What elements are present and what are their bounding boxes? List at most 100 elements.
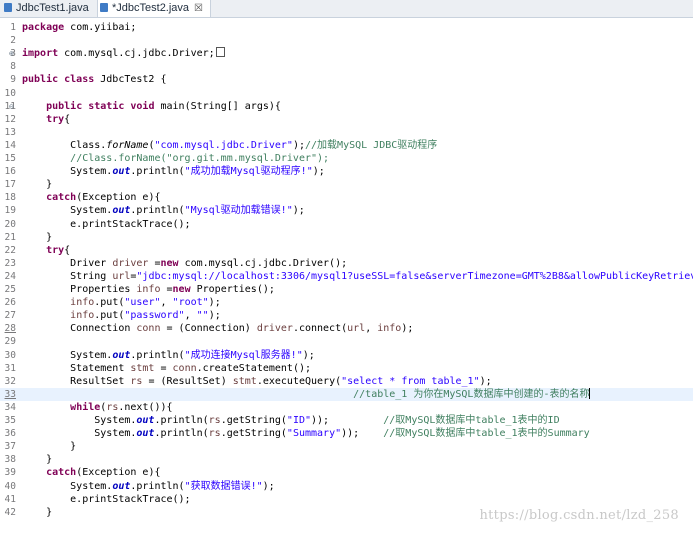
code-line[interactable]: 23 Driver driver =new com.mysql.cj.jdbc.… (0, 257, 693, 270)
code-line[interactable]: 27 info.put("password", ""); (0, 309, 693, 322)
code-line[interactable]: 28 Connection conn = (Connection) driver… (0, 322, 693, 335)
line-number: 17 (4, 179, 16, 191)
code-line[interactable]: 10 (0, 87, 693, 100)
tab-label: *JdbcTest2.java (112, 2, 190, 14)
tab-jdbctest1[interactable]: JdbcTest1.java (2, 0, 94, 16)
line-number: 21 (4, 231, 16, 243)
code-line[interactable]: 26 info.put("user", "root"); (0, 296, 693, 309)
fold-toggle-icon[interactable]: ⊕ (9, 47, 14, 60)
code-line[interactable]: 19 System.out.println("Mysql驱动加载错误!"); (0, 204, 693, 217)
code-text: ResultSet rs = (ResultSet) stmt.executeQ… (22, 375, 492, 387)
line-number: 14 (4, 139, 16, 151)
code-line[interactable]: 41 e.printStackTrace(); (0, 493, 693, 506)
code-line[interactable]: 18 catch(Exception e){ (0, 191, 693, 204)
java-file-icon (4, 3, 12, 12)
line-number: 2 (10, 35, 16, 47)
line-number: 23 (4, 257, 16, 269)
line-number: 40 (4, 480, 16, 492)
code-text: } (22, 441, 77, 453)
code-text: Driver driver =new com.mysql.cj.jdbc.Dri… (22, 257, 348, 269)
line-number: 28 (4, 323, 16, 335)
code-line[interactable]: 24 String url="jdbc:mysql://localhost:33… (0, 270, 693, 283)
line-number: 39 (4, 467, 16, 479)
line-number: 37 (4, 441, 16, 453)
code-text: public class JdbcTest2 { (22, 74, 167, 86)
code-line[interactable]: 13 (0, 126, 693, 139)
tab-label: JdbcTest1.java (16, 2, 89, 14)
tab-jdbctest2[interactable]: *JdbcTest2.java ☒ (97, 0, 211, 17)
code-text: package com.yiibai; (22, 22, 137, 33)
code-line[interactable]: 25 Properties info =new Properties(); (0, 283, 693, 296)
line-number: 1 (10, 22, 16, 33)
line-number: 25 (4, 284, 16, 295)
code-line[interactable]: 8 (0, 60, 693, 73)
line-number: 27 (4, 310, 16, 322)
code-line[interactable]: 33 //table_1 为你在MySQL数据库中创建的-表的名称 (0, 387, 693, 401)
code-line[interactable]: 3 ⊕ import com.mysql.cj.jdbc.Driver; (0, 47, 693, 60)
code-line[interactable]: 15 //Class.forName("org.git.mm.mysql.Dri… (0, 152, 693, 165)
code-text: Statement stmt = conn.createStatement(); (22, 362, 312, 374)
close-icon[interactable]: ☒ (194, 3, 203, 14)
code-text: System.out.println(rs.getString("ID")); … (22, 415, 560, 426)
line-number: 15 (4, 153, 16, 164)
code-line[interactable]: 39 catch(Exception e){ (0, 466, 693, 479)
code-editor[interactable]: 1 package com.yiibai; 2 3 ⊕ import com.mysql.… (0, 18, 693, 533)
code-line[interactable]: 40 System.out.println("获取数据错误!"); (0, 480, 693, 493)
line-number: 18 (4, 192, 16, 204)
code-line[interactable]: 11 ⊖ public static void main(String[] arg… (0, 100, 693, 113)
code-text: System.out.println("成功连接Mysql服务器!"); (22, 349, 315, 361)
code-text: } (22, 179, 53, 191)
code-line[interactable]: 35 System.out.println(rs.getString("ID")… (0, 414, 693, 427)
code-text: } (22, 454, 53, 466)
code-line[interactable]: 36 System.out.println(rs.getString("Summ… (0, 427, 693, 440)
fold-toggle-icon[interactable]: ⊖ (9, 100, 14, 113)
code-line[interactable]: 9 public class JdbcTest2 { (0, 73, 693, 86)
code-line[interactable]: 14 Class.forName("com.mysql.jdbc.Driver"… (0, 139, 693, 152)
line-number: 24 (4, 270, 16, 282)
code-line[interactable]: 12 try{ (0, 113, 693, 126)
code-line[interactable]: 34 while(rs.next()){ (0, 401, 693, 414)
code-line[interactable]: 1 package com.yiibai; (0, 21, 693, 34)
code-text: //Class.forName("org.git.mm.mysql.Driver… (70, 153, 330, 164)
code-text: Connection conn = (Connection) driver.co… (22, 323, 414, 335)
code-text: Properties info =new Properties(); (22, 284, 275, 295)
code-text: try{ (46, 244, 71, 256)
code-text: e.printStackTrace(); (22, 493, 191, 505)
line-number: 31 (4, 362, 16, 374)
code-text: System.out.println("Mysql驱动加载错误!"); (22, 205, 305, 217)
code-line[interactable]: 20 e.printStackTrace(); (0, 218, 693, 231)
code-line[interactable]: 30 System.out.println("成功连接Mysql服务器!"); (0, 349, 693, 362)
code-text: import com.mysql.cj.jdbc.Driver; (22, 47, 225, 60)
line-number: 9 (10, 74, 16, 86)
code-line[interactable]: 37 } (0, 440, 693, 453)
code-line[interactable]: 38 } (0, 453, 693, 466)
line-number: 16 (4, 166, 16, 178)
line-number: 30 (4, 349, 16, 361)
code-text: System.out.println(rs.getString("Summary… (22, 428, 590, 440)
line-number: 22 (4, 244, 16, 256)
line-number: 36 (4, 428, 16, 440)
code-text: try{ (46, 113, 71, 125)
line-number: 8 (10, 61, 16, 73)
editor-tab-bar: JdbcTest1.java *JdbcTest2.java ☒ (0, 0, 693, 18)
code-line[interactable]: 31 Statement stmt = conn.createStatement… (0, 362, 693, 375)
code-line[interactable]: 22 try{ (0, 244, 693, 257)
line-number: 34 (4, 401, 16, 413)
line-number: 19 (4, 205, 16, 217)
code-text: info.put("password", ""); (70, 310, 221, 322)
code-text: public static void main(String[] args){ (46, 100, 281, 112)
line-number: 29 (4, 336, 16, 348)
code-line[interactable]: 17 } (0, 178, 693, 191)
line-number: 38 (4, 454, 16, 466)
code-text: catch(Exception e){ (46, 192, 161, 204)
code-line[interactable]: 2 (0, 34, 693, 47)
line-number: 10 (4, 87, 16, 99)
code-line[interactable]: 32 ResultSet rs = (ResultSet) stmt.execu… (0, 375, 693, 388)
code-text: } (22, 231, 53, 243)
code-text: } (22, 506, 53, 518)
code-text: e.printStackTrace(); (22, 218, 191, 230)
code-line[interactable]: 16 System.out.println("成功加载Mysql驱动程序!"); (0, 165, 693, 178)
code-line[interactable]: 29 (0, 335, 693, 348)
line-number: 33 (4, 388, 16, 400)
code-line[interactable]: 21 } (0, 231, 693, 244)
